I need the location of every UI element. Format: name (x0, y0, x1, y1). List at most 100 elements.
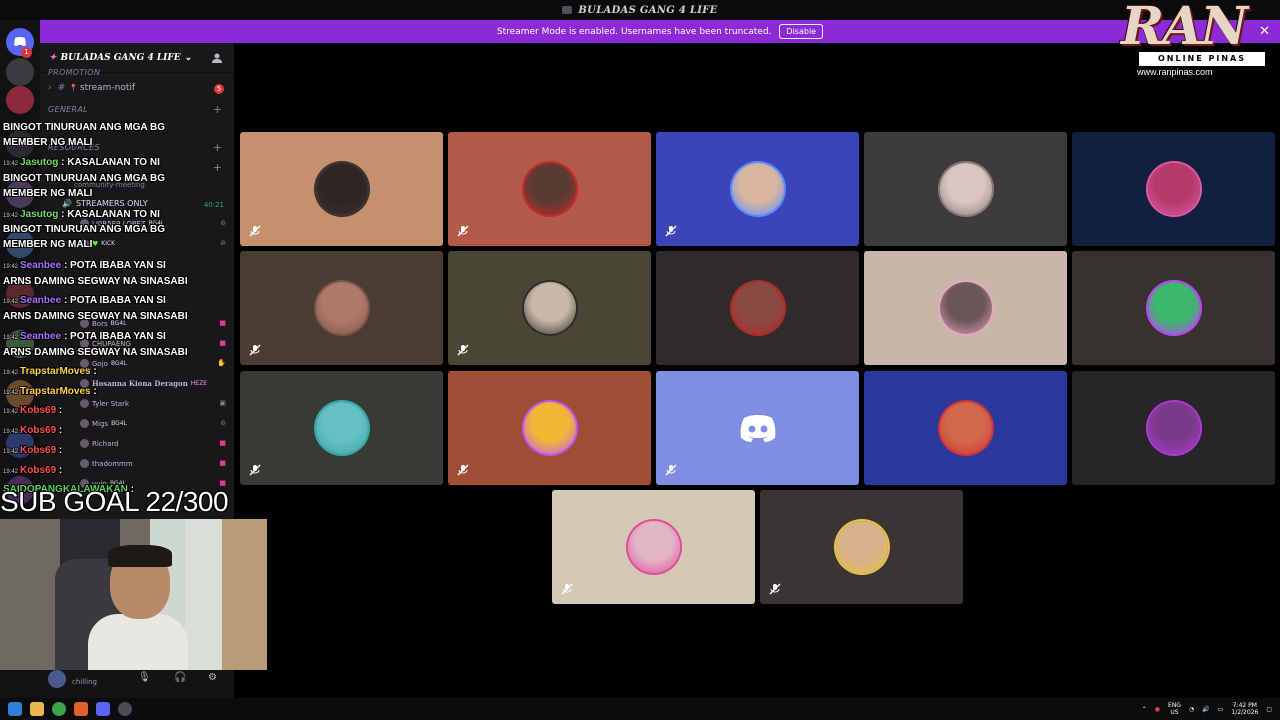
volume-icon[interactable]: 🔊 (1202, 706, 1209, 713)
lang-label: ENG (1168, 702, 1181, 709)
voice-user[interactable]: Richard (80, 439, 119, 448)
voice-participant-tile[interactable] (656, 371, 859, 485)
notification-icon[interactable]: ▢ (1266, 706, 1272, 713)
server-icon-7[interactable] (6, 330, 34, 358)
hash-icon: # (57, 83, 66, 93)
system-tray: ⌃ ● ENG US ◔ 🔊 ▭ 7:42 PM 1/2/2026 ▢ (1142, 698, 1272, 720)
add-channel-icon[interactable]: + (213, 161, 222, 174)
voice-participant-tile[interactable] (656, 251, 859, 365)
category-promotion[interactable]: PROMOTION (48, 68, 100, 77)
server-icon-1[interactable] (6, 58, 34, 86)
voice-participant-tile[interactable] (760, 490, 963, 604)
voice-participant-tile[interactable] (240, 371, 443, 485)
avatar (80, 339, 89, 348)
muted-mic-icon (456, 344, 470, 358)
discord-logo-icon (740, 415, 775, 442)
server-icon-8[interactable] (6, 380, 34, 408)
taskbar: ⌃ ● ENG US ◔ 🔊 ▭ 7:42 PM 1/2/2026 ▢ (0, 698, 1280, 720)
server-icon-5[interactable] (6, 230, 34, 258)
voice-user-name: CHUPAENG (92, 339, 131, 348)
discord-home-icon[interactable]: 1 (6, 28, 34, 58)
avatar (627, 521, 680, 573)
server-icon-9[interactable] (6, 430, 34, 458)
windows-start-icon[interactable] (8, 702, 22, 716)
voice-user-tag: BG4L (148, 220, 165, 227)
voice-user-tag: BG4L (111, 420, 127, 427)
avatar (939, 282, 992, 334)
voice-user[interactable]: Bors BG4L (80, 319, 126, 328)
wifi-icon[interactable]: ◔ (1189, 706, 1194, 713)
add-member-icon[interactable] (212, 53, 224, 63)
voice-user[interactable]: Hosanna Kiona Deragon HEZE (80, 379, 207, 388)
voice-user[interactable]: Tyler Stark (80, 399, 129, 408)
voice-participant-tile[interactable] (1072, 251, 1275, 365)
avatar (80, 219, 89, 228)
server-icon-2[interactable] (6, 86, 34, 114)
voice-channel-streamers[interactable]: 🔊 STREAMERS ONLY (62, 199, 148, 208)
live-icon: ■ (219, 439, 226, 447)
category-general[interactable]: GENERAL (48, 105, 88, 114)
voice-user-name: Tyler Stark (92, 399, 130, 408)
server-icon-3[interactable] (6, 130, 34, 158)
obs-icon[interactable] (118, 702, 132, 716)
voice-participant-tile[interactable] (656, 132, 859, 246)
headphones-icon[interactable]: 🎧 (174, 672, 186, 683)
voice-participant-tile[interactable] (448, 371, 651, 485)
disable-button[interactable]: Disable (779, 24, 824, 39)
streamer-mode-banner: Streamer Mode is enabled. Usernames have… (40, 20, 1280, 43)
language-indicator[interactable]: ENG US (1168, 702, 1181, 716)
mic-muted-icon: ⊘ (220, 219, 226, 227)
voice-participant-tile[interactable] (552, 490, 755, 604)
server-icon-4[interactable] (6, 180, 34, 208)
voice-participant-tile[interactable] (1072, 371, 1275, 485)
add-channel-icon[interactable]: + (213, 141, 222, 154)
red-tray-icon[interactable]: ● (1155, 706, 1160, 713)
chevron-up-icon[interactable]: ⌃ (1142, 706, 1147, 713)
gear-icon[interactable]: ⚙ (208, 672, 217, 683)
voice-user-name: Migs (92, 419, 109, 428)
voice-participant-tile[interactable] (448, 251, 651, 365)
chrome-icon[interactable] (52, 702, 66, 716)
avatar (731, 163, 784, 215)
voice-participant-tile[interactable] (1072, 132, 1275, 246)
file-explorer-icon[interactable] (30, 702, 44, 716)
voice-timer: 40:21 (203, 201, 224, 209)
server-icon-6[interactable] (6, 280, 34, 308)
add-channel-icon[interactable]: + (213, 103, 222, 116)
voice-user[interactable]: thadommm (80, 459, 133, 468)
mic-muted-icon: ⊘ (220, 239, 226, 247)
voice-participant-tile[interactable] (864, 371, 1067, 485)
avatar (523, 163, 576, 215)
voice-user[interactable]: ♥ KICK (80, 239, 115, 248)
clock[interactable]: 7:42 PM 1/2/2026 (1231, 702, 1258, 716)
voice-user[interactable]: Gojo BG4L (80, 359, 127, 368)
voice-participant-tile[interactable] (864, 251, 1067, 365)
avatar[interactable] (48, 670, 66, 688)
voice-user-tag: BG4L (110, 360, 127, 367)
voice-user[interactable]: Migs BG4L (80, 419, 127, 428)
channel-label: stream-notif (79, 83, 136, 93)
category-resources[interactable]: RESOURCES (48, 143, 100, 152)
sub-goal-text: SUB GOAL 22/300 (0, 486, 229, 517)
pin-icon: 📍 (69, 84, 78, 92)
microphone-icon[interactable]: 🎙 (138, 672, 151, 683)
voice-user-name: Richard (92, 439, 119, 448)
avatar (1147, 282, 1200, 334)
voice-user-tag: HEZE (190, 380, 208, 387)
voice-participant-tile[interactable] (864, 132, 1067, 246)
voice-participant-tile[interactable] (240, 251, 443, 365)
live-icon: ■ (219, 319, 226, 327)
voice-user[interactable]: CHUPAENG (80, 339, 131, 348)
voice-participant-tile[interactable] (448, 132, 651, 246)
channel-community-meeting[interactable]: community-meeting (74, 181, 145, 189)
battery-icon[interactable]: ▭ (1218, 706, 1224, 713)
webcam-feed (0, 519, 267, 670)
voice-user[interactable]: LJ0R5E9 LOPEZ BG4L (80, 219, 164, 228)
office-icon[interactable] (74, 702, 88, 716)
avatar (80, 459, 89, 468)
channel-stream-notif[interactable]: › # 📍 stream-notif (48, 83, 135, 93)
ran-online-logo: RAN ONLINE PINAS www.ranpinas.com (1113, 0, 1280, 82)
voice-participant-tile[interactable] (240, 132, 443, 246)
clock-time: 7:42 PM (1232, 702, 1257, 709)
discord-icon[interactable] (96, 702, 110, 716)
